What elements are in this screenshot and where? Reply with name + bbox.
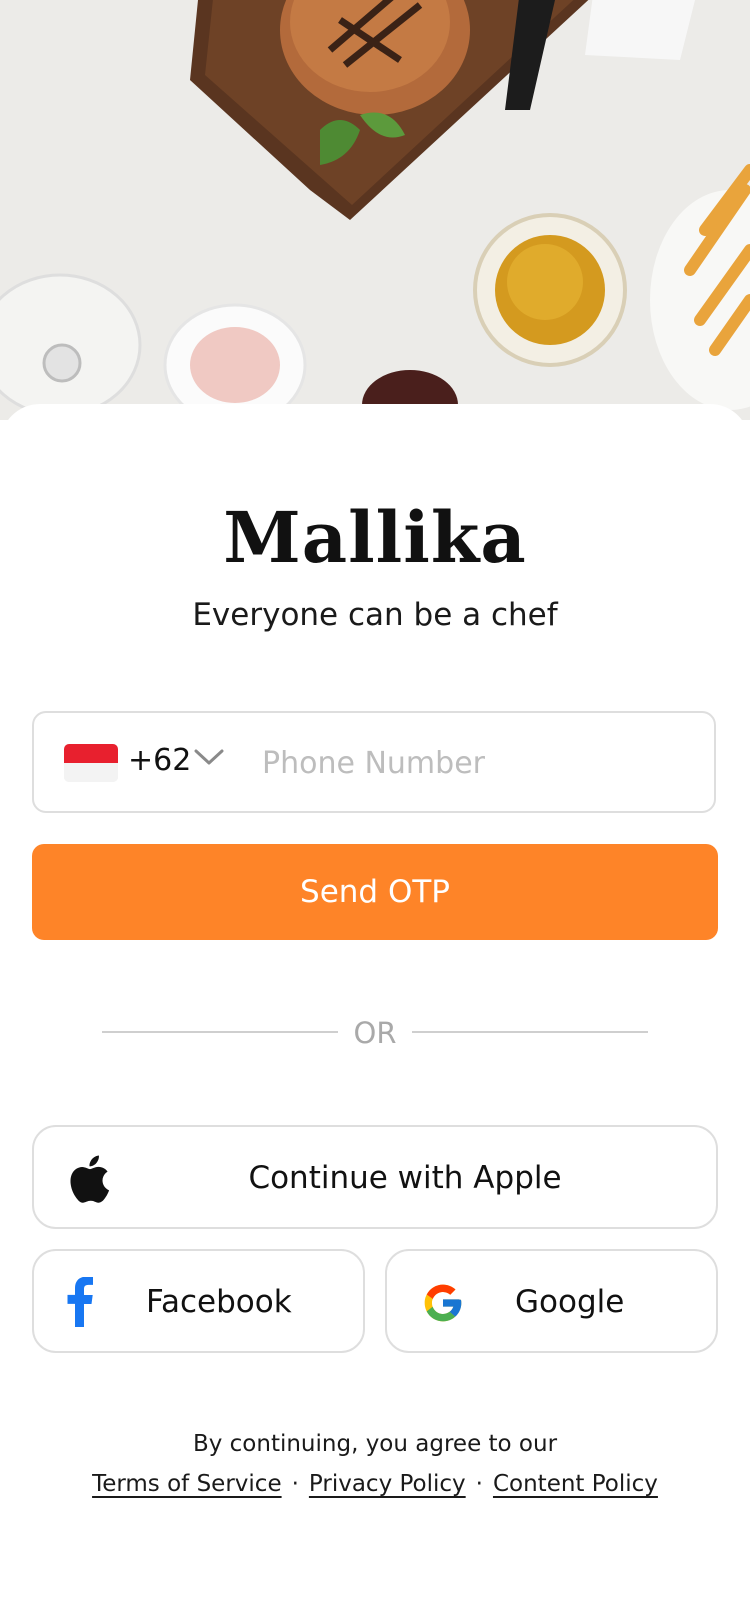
or-label: OR: [353, 1016, 397, 1050]
separator-dot: ·: [475, 1471, 483, 1497]
legal-links: Terms of Service · Privacy Policy · Content …: [0, 1471, 750, 1497]
terms-of-service-link[interactable]: Terms of Service: [92, 1471, 282, 1497]
or-divider: OR: [102, 1016, 648, 1056]
divider-line-right: [412, 1031, 648, 1033]
google-login-button[interactable]: Google: [385, 1249, 718, 1353]
legal-notice: By continuing, you agree to our: [192, 1431, 558, 1457]
content-policy-link[interactable]: Content Policy: [493, 1471, 658, 1497]
send-otp-button[interactable]: Send OTP: [32, 844, 718, 940]
separator-dot: ·: [291, 1471, 299, 1497]
continue-with-apple-button[interactable]: Continue with Apple: [32, 1125, 718, 1229]
phone-number-input[interactable]: [260, 731, 684, 795]
facebook-logo-icon: [67, 1277, 93, 1327]
app-logo-title: Mallika: [223, 496, 527, 579]
app-tagline: Everyone can be a chef: [192, 597, 558, 633]
indonesia-flag-icon[interactable]: [64, 744, 118, 782]
apple-button-label: Continue with Apple: [248, 1160, 562, 1196]
facebook-button-label: Facebook: [146, 1284, 292, 1320]
privacy-policy-link[interactable]: Privacy Policy: [309, 1471, 466, 1497]
phone-number-field: +62: [32, 711, 716, 813]
facebook-login-button[interactable]: Facebook: [32, 1249, 365, 1353]
google-button-label: Google: [515, 1284, 625, 1320]
hero-food-image: [0, 0, 750, 420]
google-logo-icon: [424, 1284, 462, 1322]
country-code[interactable]: +62: [128, 743, 191, 778]
chevron-down-icon[interactable]: [194, 747, 224, 767]
